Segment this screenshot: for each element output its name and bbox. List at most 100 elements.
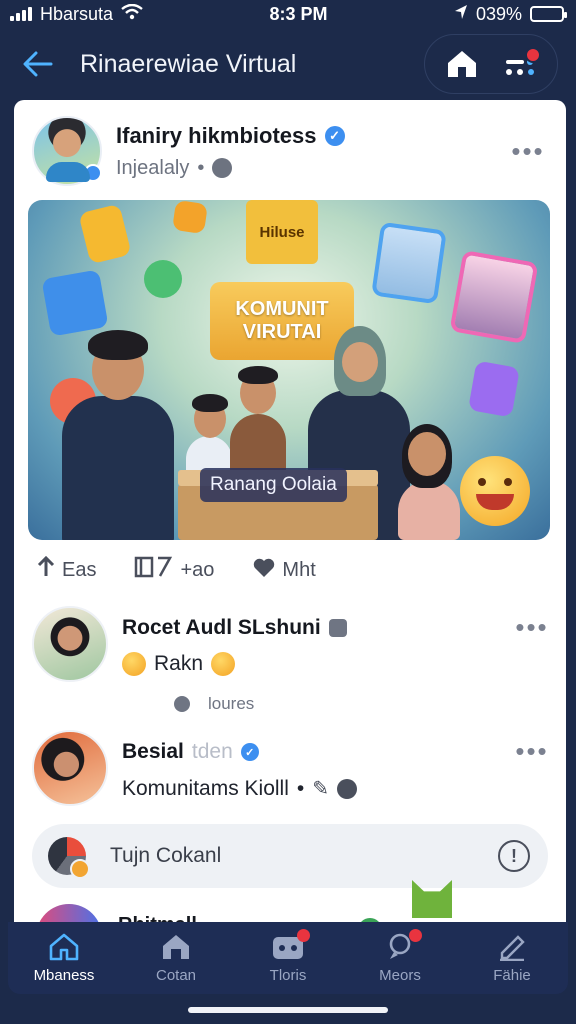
settings-button[interactable] <box>497 41 543 87</box>
avatar[interactable] <box>32 606 108 682</box>
tag-icon <box>328 619 347 637</box>
avatar <box>36 904 102 922</box>
like-label: Mht <box>282 558 316 581</box>
reply-icon <box>174 696 190 712</box>
comment-item[interactable]: Besial tden ✓ Komunitams Kiolll • ✎ ••• <box>32 730 552 806</box>
wink-emoji-icon <box>211 652 236 676</box>
comment-input[interactable] <box>110 844 498 868</box>
comment-body: Komunitams Kiolll <box>122 776 289 800</box>
comment-author: Rocet Audl SLshuni <box>122 616 512 640</box>
comment-item[interactable]: Rocet Audl SLshuni Rakn ••• <box>32 606 552 682</box>
comment-author: Besial tden ✓ <box>122 740 512 764</box>
nav-location[interactable]: Meors <box>350 928 450 984</box>
laughing-emoji-icon <box>460 456 530 526</box>
nav-label: Fähie <box>493 966 531 984</box>
post-author[interactable]: Ifaniry hikmbiotess ✓ <box>116 123 508 149</box>
author-name: Ifaniry hikmbiotess <box>116 122 317 148</box>
app-tile-icon <box>172 200 208 235</box>
battery-icon <box>530 6 567 22</box>
hanging-sign: Hiluse <box>246 200 318 264</box>
wifi-icon <box>121 3 143 25</box>
home-button[interactable] <box>439 41 485 87</box>
verified-icon: ✓ <box>324 125 345 146</box>
post-image[interactable]: Hiluse KOMUNIT VIRUTAI Ranang Oolaia <box>28 200 550 540</box>
notification-dot <box>525 47 541 63</box>
edit-icon <box>495 933 529 961</box>
header-actions <box>424 34 558 94</box>
avatar[interactable] <box>32 116 102 186</box>
comment-text: Komunitams Kiolll • ✎ <box>122 776 512 801</box>
location-arrow-icon <box>454 4 468 25</box>
photo-tile <box>449 250 539 344</box>
bookmark-button[interactable]: +ao <box>134 556 214 584</box>
next-post-preview[interactable]: Rhitmall <box>32 880 552 922</box>
signal-icon <box>10 7 32 21</box>
comment-author-name: Rocet Audl SLshuni <box>122 616 321 639</box>
nav-home[interactable]: Mbaness <box>14 933 114 984</box>
post-header: Ifaniry hikmbiotess ✓ Injealaly • ••• <box>14 100 566 186</box>
heart-icon <box>252 556 276 584</box>
edit-icon: ✎ <box>312 778 330 800</box>
arrow-left-icon <box>23 51 53 77</box>
nav-community[interactable]: Cotan <box>126 933 226 984</box>
page-title: Rinaerewiae Virtual <box>80 49 297 78</box>
status-bar: Hbarsuta 8:3 PM 039% <box>0 0 576 28</box>
chat-bubble-icon <box>144 260 182 298</box>
bottom-navigation: Mbaness Cotan Tloris Meors Fähie <box>8 922 568 994</box>
nav-label: Meors <box>379 966 421 984</box>
comment-compose: ! <box>32 824 548 888</box>
avatar <box>48 837 90 879</box>
nav-chat[interactable]: Tloris <box>238 928 338 984</box>
nav-edit[interactable]: Fähie <box>462 933 562 984</box>
photo-tile <box>371 221 447 305</box>
online-badge <box>84 164 102 182</box>
replies-link[interactable]: loures <box>174 694 254 714</box>
avatar[interactable] <box>32 730 108 806</box>
smile-emoji-icon <box>122 652 146 676</box>
home-indicator[interactable] <box>188 1007 388 1013</box>
back-button[interactable] <box>18 44 58 84</box>
carrier-name: Hbarsuta <box>40 3 114 24</box>
share-icon <box>36 555 56 584</box>
comment-body: Rakn <box>154 652 204 675</box>
image-caption: Ranang Oolaia <box>200 468 347 502</box>
app-header: Rinaerewiae Virtual <box>0 28 576 100</box>
share-button[interactable]: Eas <box>36 555 97 584</box>
feed: Ifaniry hikmbiotess ✓ Injealaly • ••• Hi… <box>14 100 566 922</box>
app-tile-icon <box>78 203 132 265</box>
notification-badge <box>297 928 310 942</box>
battery-percent: 039% <box>475 3 522 24</box>
bookmark-label: +ao <box>180 558 215 581</box>
post-subtitle-text: Injealaly <box>116 156 190 179</box>
more-options-button[interactable]: ••• <box>508 136 548 167</box>
comment-author-name: Besial <box>122 740 184 763</box>
share-label: Eas <box>62 558 97 581</box>
home-icon <box>448 51 476 77</box>
verified-icon: ✓ <box>240 743 259 761</box>
more-options-button[interactable]: ••• <box>512 736 552 806</box>
comment-author-faded: tden <box>191 740 233 763</box>
globe-icon <box>337 778 358 799</box>
like-button[interactable]: Mht <box>252 556 316 584</box>
comment-text: Rakn <box>122 652 512 676</box>
app-tile-icon <box>467 360 521 418</box>
headline-line-1: KOMUNIT <box>235 298 329 320</box>
nav-label: Mbaness <box>33 966 95 984</box>
more-options-button[interactable]: ••• <box>512 612 552 682</box>
next-post-author: Rhitmall <box>118 914 197 922</box>
info-button[interactable]: ! <box>498 840 530 872</box>
community-icon <box>159 933 193 961</box>
post-actions: Eas +ao Mht <box>36 552 536 588</box>
nav-label: Tloris <box>269 966 307 984</box>
post-subtitle: Injealaly • <box>116 157 508 180</box>
replies-label: loures <box>208 694 255 713</box>
notification-badge <box>409 928 422 942</box>
person-figure <box>394 424 464 540</box>
globe-icon <box>212 158 233 178</box>
home-icon <box>47 933 81 961</box>
app-tile-icon <box>41 269 109 337</box>
person-figure <box>58 330 178 540</box>
bookmark-icon <box>134 556 174 584</box>
nav-label: Cotan <box>155 966 197 984</box>
status-time: 8:3 PM <box>269 3 328 24</box>
